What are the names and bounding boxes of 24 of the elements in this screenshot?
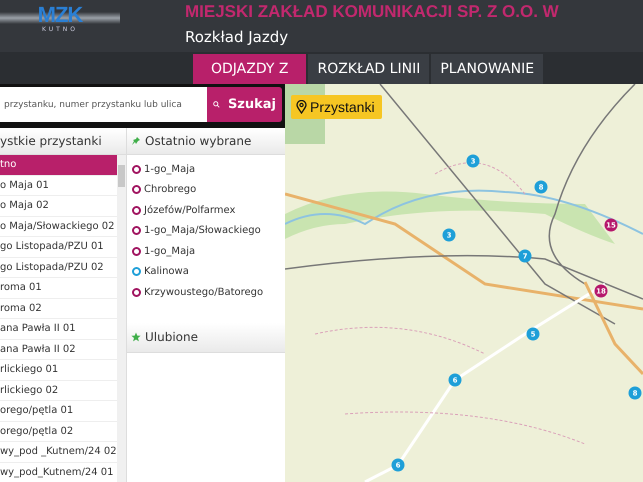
stops-badge[interactable]: Przystanki xyxy=(291,95,382,119)
page-subtitle: Rozkład Jazdy xyxy=(185,28,290,46)
section-title: Ostatnio wybrane xyxy=(145,134,252,148)
nav-tab[interactable]: ROZKŁAD LINII xyxy=(308,54,430,84)
nav-tab[interactable]: ODJAZDY Z xyxy=(193,54,306,84)
recent-stop[interactable]: 1-go_Maja xyxy=(127,159,285,180)
logo-text: MZK xyxy=(38,4,82,26)
search-icon xyxy=(213,100,220,109)
recent-stop[interactable]: Chrobrego xyxy=(127,180,285,200)
recent-stop[interactable]: Kalinowa xyxy=(127,262,285,282)
pin-icon xyxy=(131,136,141,146)
stop-item[interactable]: tno xyxy=(0,155,117,176)
scrollbar[interactable] xyxy=(117,155,126,482)
nav-tab[interactable]: PLANOWANIE xyxy=(431,54,544,84)
search-button[interactable]: Szukaj xyxy=(207,87,282,122)
section-title: Ulubione xyxy=(145,330,198,344)
company-title: MIEJSKI ZAKŁAD KOMUNIKACJI SP. Z O.O. W xyxy=(185,2,559,22)
recent-stop[interactable]: Krzywoustego/Batorego xyxy=(127,282,285,302)
recent-stop[interactable]: Józefów/Polfarmex xyxy=(127,200,285,220)
location-pin-icon xyxy=(296,100,307,114)
star-icon xyxy=(131,332,141,342)
recent-stop[interactable]: 1-go_Maja/Słowackiego xyxy=(127,220,285,241)
search-field[interactable]: przystanku, numer przystanku lub ulica xyxy=(0,87,207,122)
recent-stop[interactable]: 1-go_Maja xyxy=(127,241,285,262)
